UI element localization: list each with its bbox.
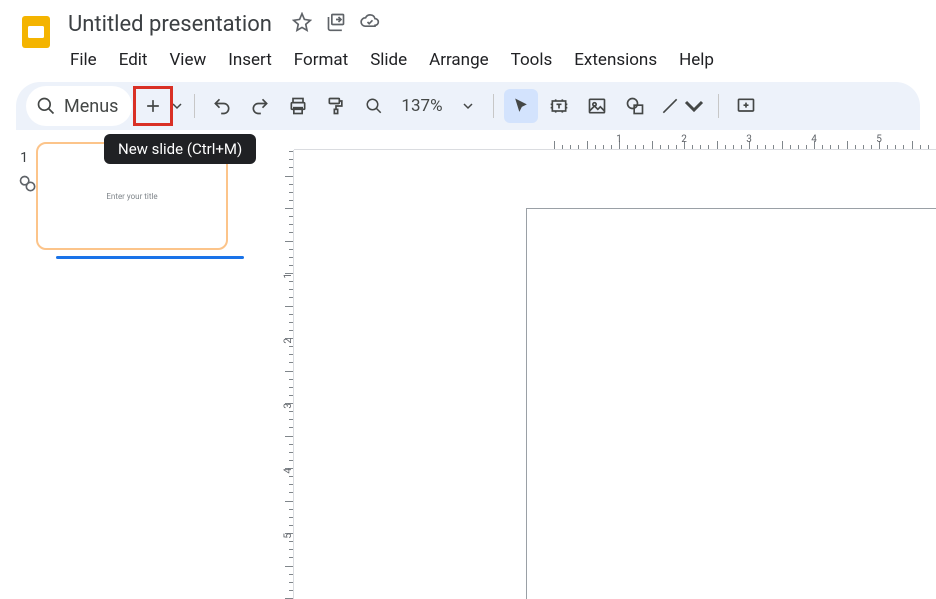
menu-help[interactable]: Help (669, 46, 724, 74)
zoom-button[interactable] (357, 89, 391, 123)
search-icon (36, 96, 56, 116)
menus-label: Menus (64, 96, 118, 117)
menu-slide[interactable]: Slide (360, 46, 417, 74)
textbox-icon (549, 96, 569, 116)
line-icon (660, 96, 680, 116)
shape-icon (625, 96, 645, 116)
thumbnail-title-placeholder: Enter your title (106, 192, 157, 201)
paint-roller-icon (326, 96, 346, 116)
move-icon[interactable] (326, 12, 346, 36)
ruler-vertical: 12345 (276, 150, 294, 599)
chevron-down-icon (463, 101, 473, 111)
chevron-down-icon (172, 101, 182, 111)
canvas-area: 123456 12345 (258, 130, 936, 599)
new-slide-dropdown[interactable] (170, 89, 184, 123)
menu-view[interactable]: View (159, 46, 216, 74)
print-icon (288, 96, 308, 116)
select-tool-button[interactable] (504, 89, 538, 123)
document-title[interactable]: Untitled presentation (68, 12, 272, 37)
redo-icon (250, 96, 270, 116)
slides-logo[interactable] (16, 12, 56, 52)
image-icon (587, 96, 607, 116)
shape-button[interactable] (618, 89, 652, 123)
theme-indicator-icon[interactable] (18, 174, 38, 198)
line-button[interactable] (656, 89, 708, 123)
menu-edit[interactable]: Edit (109, 46, 158, 74)
ruler-horizontal: 123456 (294, 130, 936, 150)
menu-format[interactable]: Format (284, 46, 358, 74)
add-comment-icon (736, 96, 756, 116)
chevron-down-icon (684, 96, 704, 116)
zoom-icon (365, 97, 383, 115)
search-menus[interactable]: Menus (26, 86, 132, 126)
slide-canvas[interactable] (526, 208, 936, 599)
undo-icon (212, 96, 232, 116)
slide-number: 1 (18, 150, 28, 166)
comment-button[interactable] (729, 89, 763, 123)
menu-tools[interactable]: Tools (501, 46, 563, 74)
print-button[interactable] (281, 89, 315, 123)
image-button[interactable] (580, 89, 614, 123)
filmstrip: 1 Enter your title (0, 130, 258, 599)
star-icon[interactable] (292, 12, 312, 36)
menubar: File Edit View Insert Format Slide Arran… (60, 46, 920, 74)
cloud-saved-icon[interactable] (360, 12, 380, 36)
menu-file[interactable]: File (60, 46, 107, 74)
plus-icon (143, 96, 163, 116)
menu-arrange[interactable]: Arrange (419, 46, 498, 74)
textbox-button[interactable] (542, 89, 576, 123)
menu-insert[interactable]: Insert (218, 46, 282, 74)
cursor-icon (511, 96, 531, 116)
zoom-value[interactable]: 137% (393, 96, 450, 116)
redo-button[interactable] (243, 89, 277, 123)
paint-format-button[interactable] (319, 89, 353, 123)
toolbar: Menus 137% (16, 82, 920, 130)
undo-button[interactable] (205, 89, 239, 123)
zoom-dropdown[interactable] (453, 89, 483, 123)
tooltip-new-slide: New slide (Ctrl+M) (104, 134, 256, 164)
new-slide-button[interactable] (136, 89, 170, 123)
menu-extensions[interactable]: Extensions (564, 46, 667, 74)
